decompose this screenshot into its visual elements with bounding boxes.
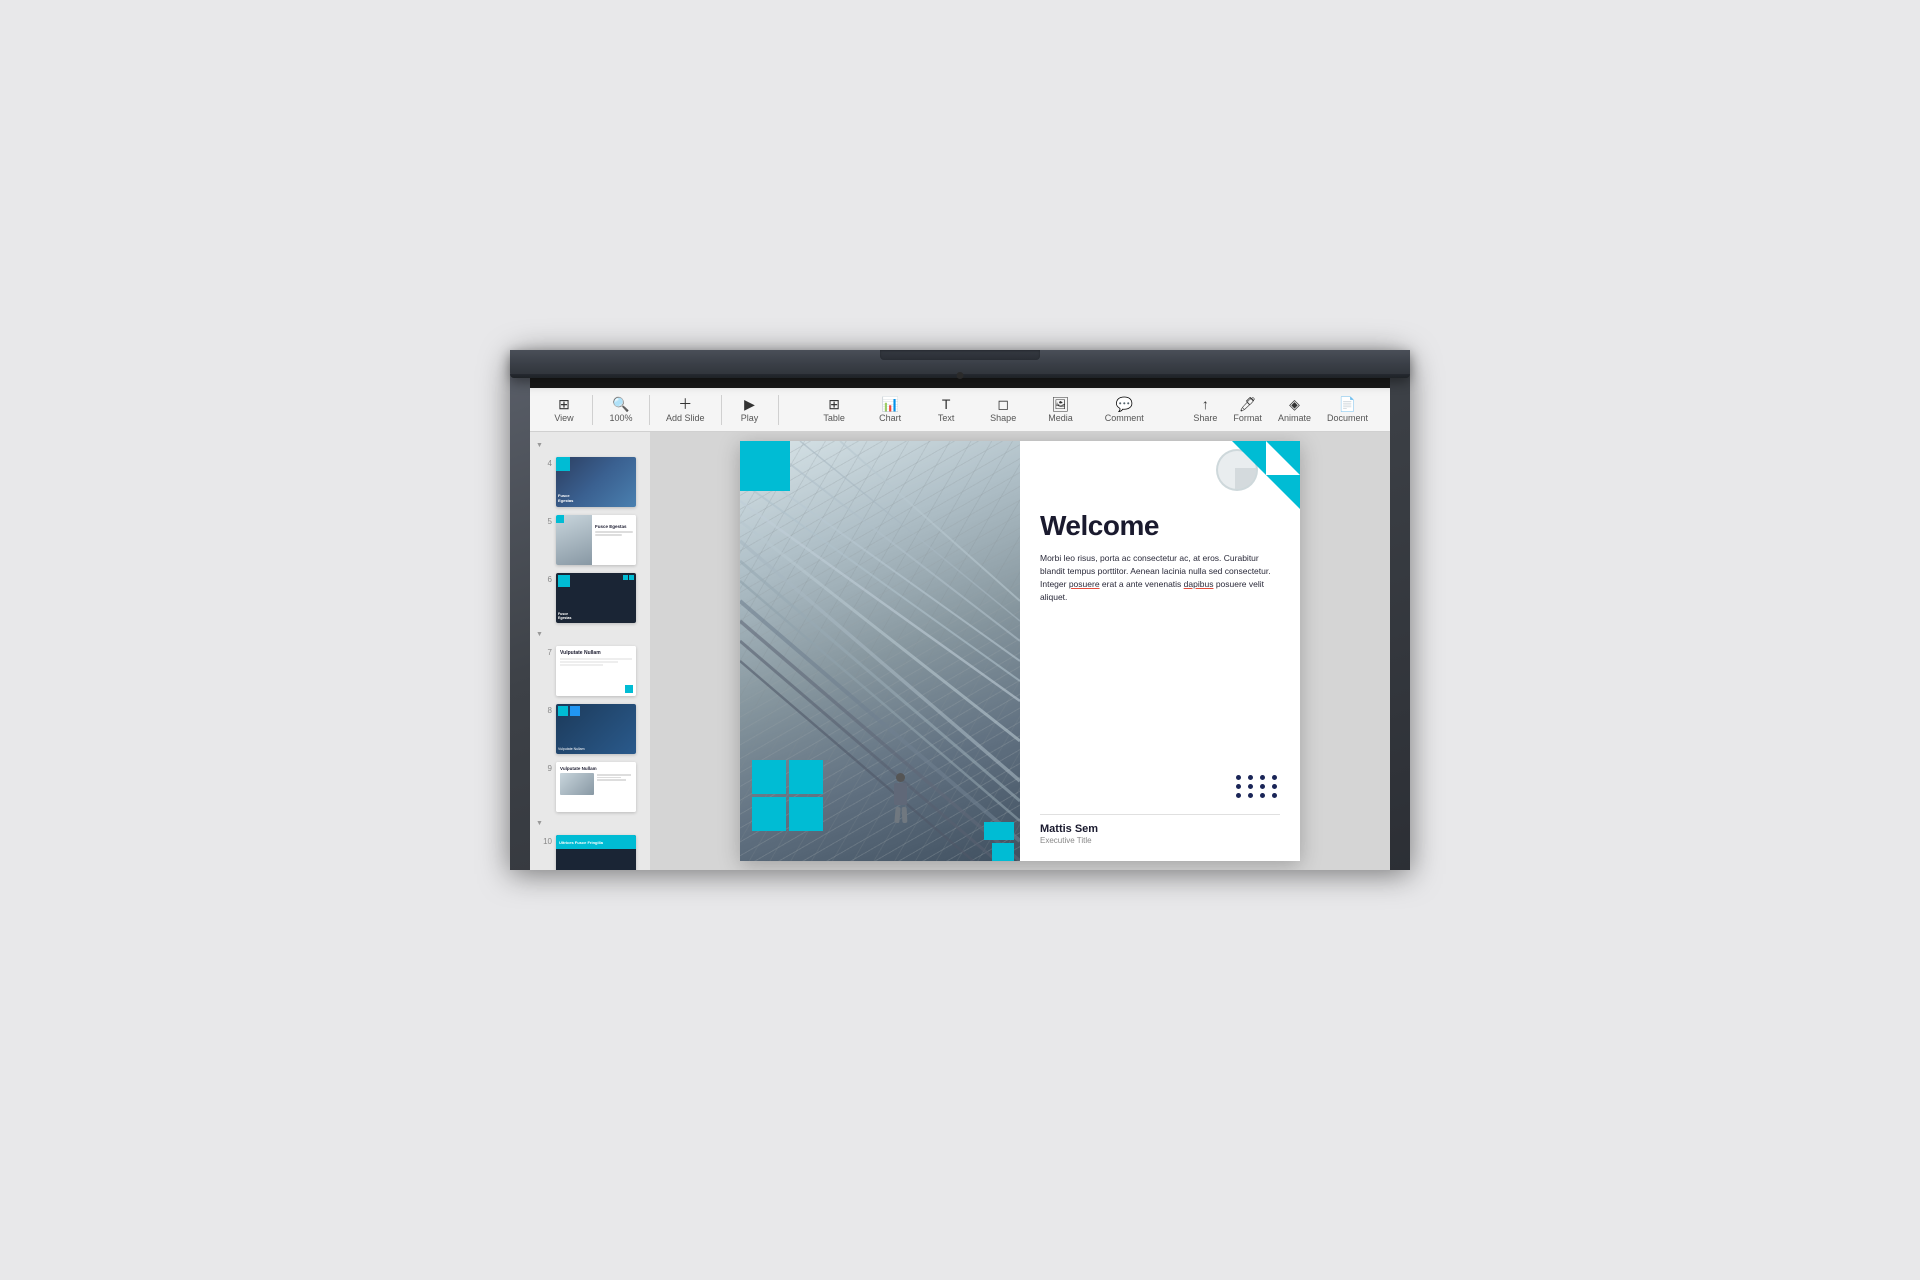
slide-photo (740, 441, 1020, 861)
animate-icon: ◈ (1289, 397, 1300, 411)
camera-notch (957, 372, 964, 379)
slide-item-4[interactable]: 4 FusceEgestas (536, 455, 644, 509)
chart-button[interactable]: 📊 Chart (872, 395, 908, 425)
play-icon: ▶ (744, 397, 755, 411)
slide-thumb-7[interactable]: Vulputate Nullam (556, 646, 636, 696)
shape-icon: ◻ (997, 397, 1009, 411)
share-button[interactable]: ↑ Share (1187, 395, 1223, 425)
toolbar-play-group: ▶ Play (722, 395, 779, 425)
comment-label: Comment (1105, 413, 1144, 423)
teal-corner-blocks (984, 816, 1020, 861)
slide-item-10[interactable]: 10 Ultrices Fusce Fringilla (536, 833, 644, 870)
shape-label: Shape (990, 413, 1016, 423)
slide-item-5[interactable]: 5 Fusce Egestas (536, 513, 644, 567)
slide-left-panel (740, 441, 1020, 861)
canvas-area: Welcome Morbi leo risus, porta ac consec… (650, 432, 1390, 870)
screen-content: ⊞ View 🔍 100% ＋ (530, 388, 1390, 870)
format-icon: 🖊 (1239, 397, 1257, 411)
slide-item-6[interactable]: 6 FusceEgestas (536, 571, 644, 625)
slide-thumb-5[interactable]: Fusce Egestas (556, 515, 636, 565)
view-label: View (554, 413, 573, 423)
table-label: Table (823, 413, 845, 423)
animate-label: Animate (1278, 413, 1311, 423)
slide-thumb-8[interactable]: Vulputate Nullam (556, 704, 636, 754)
document-button[interactable]: 📄 Document (1321, 395, 1374, 425)
share-icon: ↑ (1202, 397, 1209, 411)
view-button[interactable]: ⊞ View (546, 395, 582, 425)
slide-thumb-10[interactable]: Ultrices Fusce Fringilla (556, 835, 636, 870)
welcome-body-text: Morbi leo risus, porta ac consectetur ac… (1040, 552, 1280, 775)
teal-topleft-block (740, 441, 790, 491)
toolbar-right-group: ↑ Share 🖊 Format ◈ Animate (1187, 395, 1374, 425)
text-button[interactable]: T Text (928, 395, 964, 425)
teal-blocks-lower (752, 760, 823, 831)
chevron-down-icon: ▼ (536, 442, 543, 449)
document-label: Document (1327, 413, 1368, 423)
media-button[interactable]: 🖼 Media (1042, 395, 1079, 425)
toolbar: ⊞ View 🔍 100% ＋ (530, 388, 1390, 432)
slide-right-panel: Welcome Morbi leo risus, porta ac consec… (1020, 441, 1300, 861)
chart-icon: 📊 (881, 397, 898, 411)
toolbar-insert-group: ⊞ Table 📊 Chart T Text (779, 395, 1188, 425)
toolbar-zoom-group: 🔍 100% (593, 395, 650, 425)
share-label: Share (1193, 413, 1217, 423)
laptop-screen-body: ⊞ View 🔍 100% ＋ (510, 350, 1410, 880)
comment-button[interactable]: 💬 Comment (1099, 395, 1150, 425)
media-label: Media (1048, 413, 1073, 423)
dot-grid-decoration (1236, 775, 1280, 798)
laptop-frame: ⊞ View 🔍 100% ＋ (510, 350, 1410, 870)
zoom-button[interactable]: 🔍 100% (603, 395, 639, 425)
text-icon: T (942, 397, 951, 411)
underline-word-1: posuere (1069, 579, 1100, 589)
person-figure (894, 773, 907, 823)
add-slide-button[interactable]: ＋ Add Slide (660, 395, 711, 425)
document-icon: 📄 (1339, 397, 1356, 411)
welcome-title: Welcome (1040, 511, 1280, 542)
chevron-down-icon-2: ▼ (536, 631, 543, 638)
slide-item-8[interactable]: 8 Vulputate Nullam (536, 702, 644, 756)
play-label: Play (741, 413, 759, 423)
slide-thumb-6[interactable]: FusceEgestas (556, 573, 636, 623)
section-header-4[interactable]: ▼ (536, 440, 644, 451)
slide-thumb-9[interactable]: Vulputate Nullam (556, 762, 636, 812)
main-area: ▼ 4 FusceEgestas (530, 432, 1390, 870)
speaker-info: Mattis Sem Executive Title (1040, 814, 1280, 845)
add-slide-icon: ＋ (678, 397, 692, 411)
slide-item-7[interactable]: 7 Vulputate Nullam (536, 644, 644, 698)
animate-button[interactable]: ◈ Animate (1272, 395, 1317, 425)
table-button[interactable]: ⊞ Table (816, 395, 852, 425)
format-button[interactable]: 🖊 Format (1227, 395, 1268, 425)
zoom-label: 100% (609, 413, 632, 423)
media-icon: 🖼 (1052, 397, 1070, 411)
table-icon: ⊞ (828, 397, 840, 411)
zoom-icon: 🔍 (612, 397, 629, 411)
slide-item-9[interactable]: 9 Vulputate Nullam (536, 760, 644, 814)
format-label: Format (1233, 413, 1262, 423)
view-icon: ⊞ (558, 397, 570, 411)
toolbar-addslide-group: ＋ Add Slide (650, 395, 722, 425)
play-button[interactable]: ▶ Play (732, 395, 768, 425)
text-label: Text (938, 413, 955, 423)
section-header-group3[interactable]: ▼ (536, 818, 644, 829)
speaker-name: Mattis Sem (1040, 823, 1280, 835)
main-slide-canvas[interactable]: Welcome Morbi leo risus, porta ac consec… (740, 441, 1300, 861)
chart-label: Chart (879, 413, 901, 423)
laptop-hinge (880, 350, 1040, 360)
toolbar-view-group: ⊞ View (546, 395, 593, 425)
slide-panel[interactable]: ▼ 4 FusceEgestas (530, 432, 650, 870)
speaker-title: Executive Title (1040, 836, 1280, 845)
screen-bezel: ⊞ View 🔍 100% ＋ (530, 366, 1390, 870)
teal-triangles-decoration (1230, 441, 1300, 511)
shape-button[interactable]: ◻ Shape (984, 395, 1022, 425)
section-header-group2[interactable]: ▼ (536, 629, 644, 640)
comment-icon: 💬 (1116, 397, 1133, 411)
underline-word-2: dapibus (1184, 579, 1214, 589)
laptop-mockup: ⊞ View 🔍 100% ＋ (510, 350, 1410, 930)
chevron-down-icon-3: ▼ (536, 820, 543, 827)
slide-thumb-4[interactable]: FusceEgestas (556, 457, 636, 507)
add-slide-label: Add Slide (666, 413, 705, 423)
